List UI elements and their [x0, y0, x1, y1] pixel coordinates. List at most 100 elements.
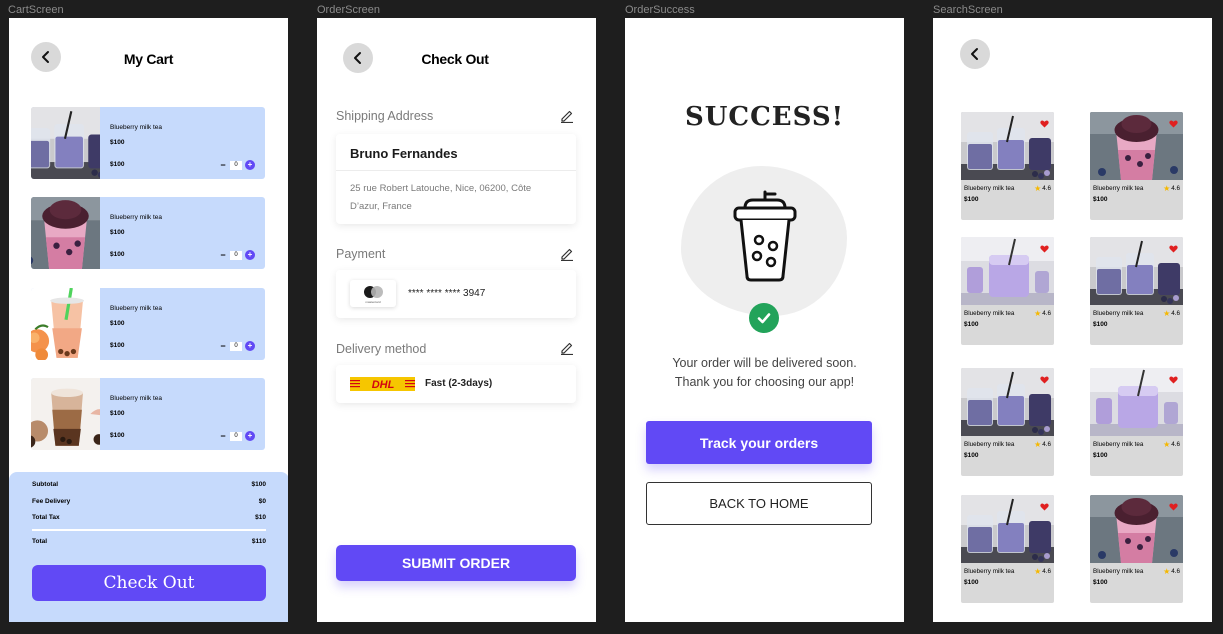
product-price: $100 — [110, 229, 125, 236]
order-screen: Check Out Shipping Address Bruno Fernand… — [317, 18, 596, 622]
plus-icon[interactable]: + — [245, 341, 255, 351]
rating-value: 4.6 — [1042, 185, 1051, 192]
heart-icon[interactable] — [1169, 376, 1178, 384]
minus-icon[interactable]: − — [219, 161, 227, 170]
rating-value: 4.6 — [1171, 568, 1180, 575]
minus-icon[interactable]: − — [219, 251, 227, 260]
delivery-method-card[interactable]: DHL Fast (2-3days) — [336, 365, 576, 403]
rating-value: 4.6 — [1171, 310, 1180, 317]
heart-icon[interactable] — [1169, 120, 1178, 128]
edit-icon[interactable] — [560, 247, 574, 261]
divider — [336, 170, 576, 171]
product-card[interactable]: Blueberry milk tea ★ 4.6 $100 — [1090, 112, 1183, 220]
total-value: $110 — [251, 538, 266, 545]
product-price: $100 — [1093, 196, 1108, 203]
star-icon: ★ — [1034, 184, 1042, 193]
rating-value: 4.6 — [1042, 568, 1051, 575]
product-rating: ★ 4.6 — [1163, 309, 1180, 318]
edit-icon[interactable] — [560, 341, 574, 355]
track-orders-button[interactable]: Track your orders — [646, 421, 872, 464]
product-name: Blueberry milk tea — [110, 395, 163, 402]
heart-icon[interactable] — [1040, 376, 1049, 384]
frame-label-success: OrderSuccess — [625, 4, 695, 16]
heart-icon[interactable] — [1169, 503, 1178, 511]
product-rating: ★ 4.6 — [1163, 440, 1180, 449]
order-summary: Subtotal $100 Fee Delivery $0 Total Tax … — [9, 472, 288, 622]
tax-label: Total Tax — [32, 514, 60, 521]
back-button[interactable] — [960, 39, 990, 69]
dhl-logo: DHL — [350, 377, 415, 391]
quantity-stepper: − 0 + — [219, 160, 255, 170]
product-card[interactable]: Blueberry milk tea ★ 4.6 $100 — [961, 112, 1054, 220]
star-icon: ★ — [1163, 309, 1171, 318]
checkout-button[interactable]: Check Out — [32, 565, 266, 601]
search-screen: Blueberry milk tea ★ 4.6 $100 Blueberry milk… — [933, 18, 1212, 622]
star-icon: ★ — [1163, 567, 1171, 576]
quantity-stepper: − 0 + — [219, 341, 255, 351]
cart-item[interactable]: Blueberry milk tea $100 $100 − 0 + — [31, 197, 265, 269]
plus-icon[interactable]: + — [245, 160, 255, 170]
product-card[interactable]: Blueberry milk tea ★ 4.6 $100 — [1090, 495, 1183, 603]
subtotal-value: $100 — [251, 481, 266, 488]
star-icon: ★ — [1163, 440, 1171, 449]
card-brand-text: mastercard — [365, 300, 380, 304]
success-title: SUCCESS! — [684, 102, 845, 132]
plus-icon[interactable]: + — [245, 431, 255, 441]
chevron-left-icon — [971, 48, 978, 60]
quantity-value: 0 — [230, 160, 242, 170]
product-card[interactable]: Blueberry milk tea ★ 4.6 $100 — [1090, 237, 1183, 345]
rating-value: 4.6 — [1171, 441, 1180, 448]
heart-icon[interactable] — [1040, 120, 1049, 128]
cart-item[interactable]: Blueberry milk tea $100 $100 − 0 + — [31, 378, 265, 450]
delivery-option: Fast (2-3days) — [425, 378, 493, 389]
quantity-stepper: − 0 + — [219, 250, 255, 260]
heart-icon[interactable] — [1040, 245, 1049, 253]
address-text: 25 rue Robert Latouche, Nice, 06200, Côt… — [350, 183, 532, 212]
back-to-home-button[interactable]: BACK TO HOME — [646, 482, 872, 525]
payment-label: Payment — [336, 247, 386, 261]
plus-icon[interactable]: + — [245, 250, 255, 260]
product-rating: ★ 4.6 — [1034, 440, 1051, 449]
product-card[interactable]: Blueberry milk tea ★ 4.6 $100 — [961, 237, 1054, 345]
product-card[interactable]: Blueberry milk tea ★ 4.6 $100 — [961, 495, 1054, 603]
divider — [32, 529, 266, 531]
star-icon: ★ — [1163, 184, 1171, 193]
product-name: Blueberry milk tea — [110, 124, 163, 131]
product-image — [31, 288, 100, 360]
quantity-value: 0 — [230, 431, 242, 441]
product-image — [31, 197, 100, 269]
total-label: Total — [32, 538, 48, 545]
product-name: Blueberry milk tea — [1093, 185, 1144, 192]
quantity-value: 0 — [230, 250, 242, 260]
product-card[interactable]: Blueberry milk tea ★ 4.6 $100 — [961, 368, 1054, 476]
product-price: $100 — [964, 452, 979, 459]
cart-item[interactable]: Blueberry milk tea $100 $100 − 0 + — [31, 107, 265, 179]
payment-card[interactable]: mastercard **** **** **** 3947 — [336, 270, 576, 318]
cart-item[interactable]: Blueberry milk tea $100 $100 − 0 + — [31, 288, 265, 360]
product-card[interactable]: Blueberry milk tea ★ 4.6 $100 — [1090, 368, 1183, 476]
product-rating: ★ 4.6 — [1034, 567, 1051, 576]
product-price: $100 — [964, 579, 979, 586]
product-total: $100 — [110, 342, 125, 349]
product-price: $100 — [964, 321, 979, 328]
edit-icon[interactable] — [560, 109, 574, 123]
minus-icon[interactable]: − — [219, 432, 227, 441]
success-message: Your order will be delivered soon. Thank… — [625, 354, 904, 392]
delivery-fee-value: $0 — [258, 498, 266, 505]
product-name: Blueberry milk tea — [964, 568, 1015, 575]
product-price: $100 — [110, 320, 125, 327]
product-name: Blueberry milk tea — [110, 305, 163, 312]
product-price: $100 — [964, 196, 979, 203]
minus-icon[interactable]: − — [219, 342, 227, 351]
product-name: Blueberry milk tea — [1093, 310, 1144, 317]
heart-icon[interactable] — [1169, 245, 1178, 253]
product-image — [31, 378, 100, 450]
card-number: **** **** **** 3947 — [408, 288, 486, 299]
submit-order-button[interactable]: SUBMIT ORDER — [336, 545, 576, 581]
shipping-address-card[interactable]: Bruno Fernandes 25 rue Robert Latouche, … — [336, 134, 576, 224]
heart-icon[interactable] — [1040, 503, 1049, 511]
order-success-screen: SUCCESS! Your order will be delivered so… — [625, 18, 904, 622]
product-name: Blueberry milk tea — [110, 214, 163, 221]
total-row: Total $110 — [32, 538, 266, 545]
frame-label-search: SearchScreen — [933, 4, 1003, 16]
